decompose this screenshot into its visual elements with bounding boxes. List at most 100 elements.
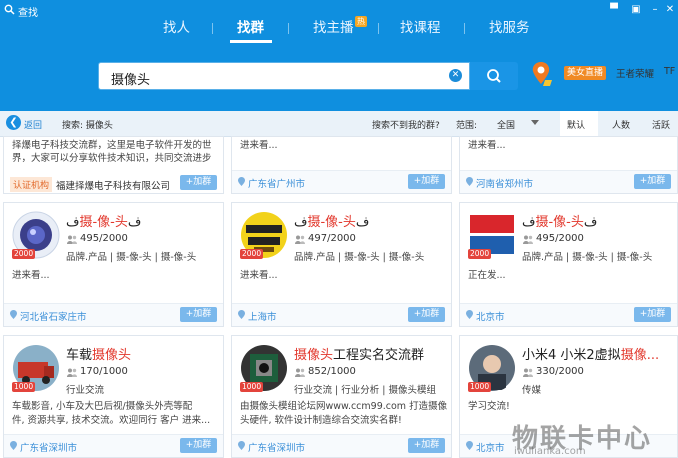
group-tags: 传媒 <box>522 385 542 396</box>
join-group-button[interactable]: +加群 <box>408 438 445 453</box>
tf-link[interactable]: TF <box>664 66 675 77</box>
group-location: 河北省石家庄市 <box>20 312 87 323</box>
join-group-button[interactable]: +加群 <box>408 174 445 189</box>
group-tags: 行业交流 <box>66 385 105 396</box>
tab-find-people[interactable]: 找人 <box>163 18 190 38</box>
nav-tabs: 找人 找群 找主播 热 找课程 找服务 <box>0 14 678 44</box>
group-location: 河南省郑州市 <box>476 179 534 190</box>
members-icon <box>67 235 77 244</box>
tab-find-courses[interactable]: 找课程 <box>400 18 441 38</box>
location-icon <box>238 177 245 186</box>
tab-find-services[interactable]: 找服务 <box>489 18 530 38</box>
location-icon <box>466 310 473 319</box>
group-name[interactable]: 小米4 小米2虚拟摄像... <box>522 344 659 363</box>
active-tab-indicator <box>230 40 272 43</box>
group-description: 由摄像头模组论坛网www.ccm99.com 打造摄像 <box>240 401 448 412</box>
group-name[interactable]: ف摄-像-头ف <box>522 211 597 230</box>
join-group-button[interactable]: +加群 <box>408 307 445 322</box>
group-name[interactable]: ف摄-像-头ف <box>294 211 369 230</box>
group-tags: 品牌.产品 | 摄-像-头 | 摄-像-头 <box>66 252 197 263</box>
sort-members-tab[interactable]: 人数 <box>612 118 630 131</box>
search-button[interactable] <box>470 62 518 90</box>
group-card[interactable]: 进来看... 河南省郑州市 +加群 <box>459 136 678 194</box>
location-icon <box>238 310 245 319</box>
location-pin-icon[interactable] <box>530 58 554 90</box>
join-group-button[interactable]: +加群 <box>180 307 217 322</box>
chevron-down-icon[interactable] <box>531 120 539 126</box>
member-count: 497/2000 <box>308 233 356 244</box>
group-card[interactable]: 2000 ف摄-像-头ف 497/2000 品牌.产品 | 摄-像-头 | 摄-… <box>231 202 452 327</box>
certified-org: 福建择爆电子科技有限公司 <box>56 181 171 192</box>
group-card[interactable]: 2000 ف摄-像-头ف 495/2000 品牌.产品 | 摄-像-头 | 摄-… <box>3 202 224 327</box>
group-card[interactable]: 2000 ف摄-像-头ف 495/2000 品牌.产品 | 摄-像-头 | 摄-… <box>459 202 678 327</box>
tab-find-groups[interactable]: 找群 <box>237 18 264 38</box>
group-tags: 品牌.产品 | 摄-像-头 | 摄-像-头 <box>294 252 425 263</box>
nav-divider <box>464 23 465 34</box>
sort-default-label: 默认 <box>567 121 586 131</box>
members-icon <box>67 368 77 377</box>
group-location: 广东省广州市 <box>248 179 306 190</box>
group-description: 件, 资源共享, 技术交流。欢迎同行 客户 进来... <box>12 415 211 426</box>
nav-divider <box>378 23 379 34</box>
live-stream-badge[interactable]: 美女直播 <box>564 66 607 80</box>
nav-divider <box>288 23 289 34</box>
join-group-button[interactable]: +加群 <box>180 438 217 453</box>
group-tags: 行业交流 | 行业分析 | 摄像头模组 <box>294 385 436 396</box>
join-group-button[interactable]: +加群 <box>634 307 671 322</box>
group-level-badge: 1000 <box>240 382 264 392</box>
nav-divider <box>212 23 213 34</box>
group-location: 广东省深圳市 <box>20 443 78 454</box>
group-level-badge: 1000 <box>468 382 492 392</box>
location-icon <box>238 441 245 450</box>
game-link[interactable]: 王者荣耀 <box>616 66 654 80</box>
location-icon <box>466 441 473 450</box>
watermark-url: iwulianka.com <box>514 446 586 457</box>
group-card[interactable]: 1000 车载摄像头 170/1000 行业交流 车载影音, 小车及大巴后视/摄… <box>3 335 224 458</box>
group-level-badge: 2000 <box>12 249 36 259</box>
join-group-button[interactable]: +加群 <box>634 174 671 189</box>
group-name[interactable]: 车载摄像头 <box>66 344 131 363</box>
group-name[interactable]: 摄像头工程实名交流群 <box>294 344 424 363</box>
group-tags: 品牌.产品 | 摄-像-头 | 摄-像-头 <box>522 252 653 263</box>
group-card[interactable]: 1000 摄像头工程实名交流群 852/1000 行业交流 | 行业分析 | 摄… <box>231 335 452 458</box>
join-group-button[interactable]: +加群 <box>180 175 217 190</box>
group-level-badge: 2000 <box>240 249 264 259</box>
card-footer: 河北省石家庄市 +加群 <box>4 303 223 326</box>
group-description: 进来看... <box>240 140 278 151</box>
group-card[interactable]: 进来看... 广东省广州市 +加群 <box>231 136 452 194</box>
group-description: 进来看... <box>468 140 506 151</box>
search-box <box>98 62 470 90</box>
sort-active-tab[interactable]: 活跃 <box>652 118 670 131</box>
member-count: 330/2000 <box>536 366 584 377</box>
members-icon <box>523 235 533 244</box>
members-icon <box>295 368 305 377</box>
search-input[interactable] <box>109 67 443 89</box>
back-arrow-icon[interactable]: ❮ <box>6 115 21 130</box>
group-level-badge: 1000 <box>12 382 36 392</box>
member-count: 495/2000 <box>536 233 584 244</box>
back-button[interactable]: 返回 <box>24 118 42 131</box>
group-level-badge: 2000 <box>468 249 492 259</box>
group-location: 北京市 <box>476 443 505 454</box>
card-footer: 广东省深圳市 +加群 <box>232 434 451 457</box>
location-icon <box>466 177 473 186</box>
range-select[interactable]: 全国 <box>497 118 515 131</box>
certified-badge: 认证机构 <box>10 177 53 192</box>
members-icon <box>295 235 305 244</box>
clear-search-icon[interactable]: ✕ <box>449 69 462 82</box>
members-icon <box>523 368 533 377</box>
card-footer: 广东省广州市 +加群 <box>232 170 451 193</box>
tab-find-streamers[interactable]: 找主播 <box>313 18 354 38</box>
not-found-link[interactable]: 搜索不到我的群? <box>372 118 440 131</box>
card-footer: 北京市 +加群 <box>460 303 677 326</box>
member-count: 170/1000 <box>80 366 128 377</box>
group-location: 北京市 <box>476 312 505 323</box>
group-description: 学习交流! <box>468 401 510 412</box>
group-card[interactable]: 择爆电子科技交流群，这里是电子软件开发的世 界，大家可以分享软件技术知识，共同交… <box>3 136 224 194</box>
group-name[interactable]: ف摄-像-头ف <box>66 211 141 230</box>
card-footer: 广东省深圳市 +加群 <box>4 434 223 457</box>
location-icon <box>10 441 17 450</box>
card-footer: 上海市 +加群 <box>232 303 451 326</box>
group-location: 上海市 <box>248 312 277 323</box>
group-description: 界，大家可以分享软件技术知识，共同交流进步 <box>12 153 212 164</box>
